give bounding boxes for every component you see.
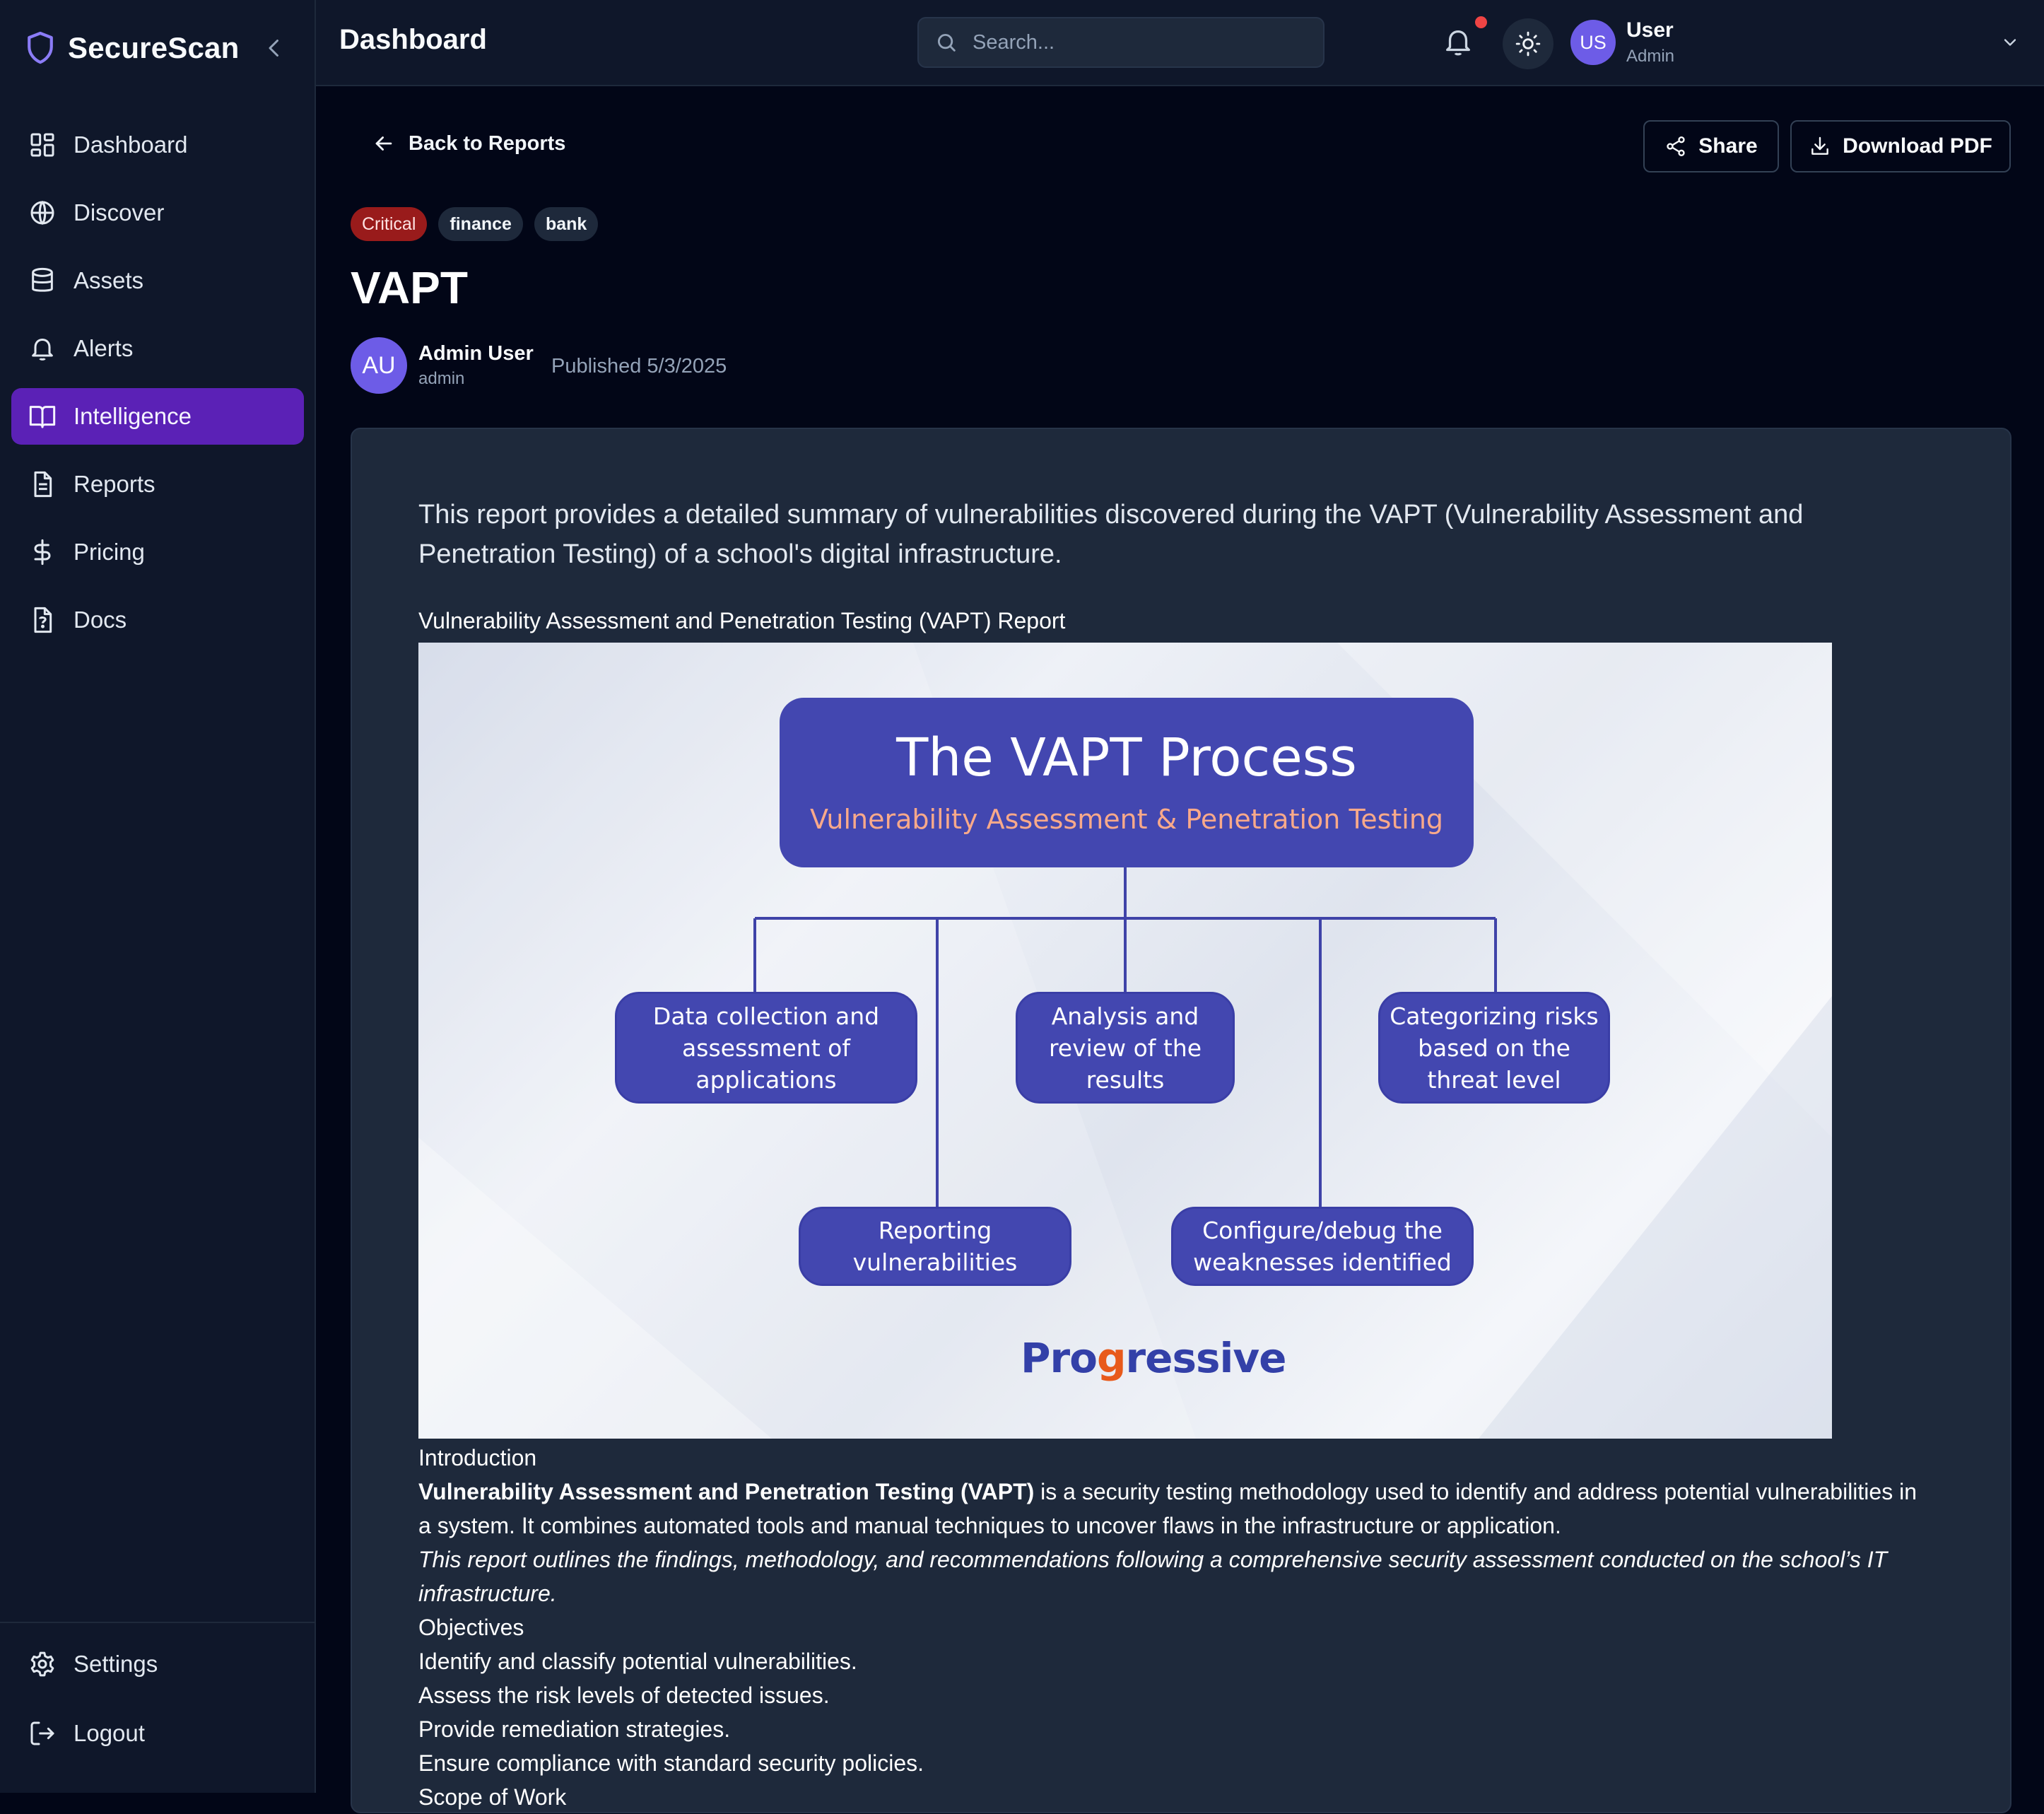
share-icon — [1667, 136, 1685, 156]
step-reporting: Reporting vulnerabilities — [799, 1207, 1071, 1286]
chevron-down-icon[interactable] — [2000, 33, 2020, 52]
author-avatar: AU — [351, 337, 407, 394]
severity-badge: Critical — [351, 207, 428, 241]
sidebar-item-label: Settings — [74, 1651, 158, 1677]
notification-bell-icon[interactable] — [1442, 25, 1474, 58]
brand-name: SecureScan — [68, 31, 240, 64]
dollar-icon — [34, 539, 51, 566]
sidebar-item-logout[interactable]: Logout — [11, 1705, 303, 1762]
intro-italic: This report outlines the findings, metho… — [418, 1547, 1888, 1606]
file-question-icon — [34, 607, 52, 633]
sidebar-item-label: Intelligence — [74, 403, 192, 429]
sidebar-item-label: Alerts — [74, 335, 134, 361]
objective-item: Identify and classify potential vulnerab… — [418, 1649, 857, 1674]
bell-icon — [32, 339, 53, 361]
step-analysis: Analysis and review of the results — [1016, 992, 1235, 1104]
sidebar-item-docs[interactable]: Docs — [11, 592, 304, 648]
book-open-icon — [29, 406, 56, 428]
chevron-left-icon[interactable] — [262, 34, 287, 62]
file-text-icon — [34, 471, 52, 498]
sidebar-item-label: Assets — [74, 267, 144, 293]
progressive-logo: Progressive — [1021, 1334, 1287, 1382]
globe-icon — [30, 200, 54, 226]
sidebar-item-label: Discover — [74, 199, 165, 226]
sidebar-item-assets[interactable]: Assets — [11, 252, 304, 309]
diagram-subtitle: Vulnerability Assessment & Penetration T… — [809, 804, 1444, 835]
diagram-title-box: The VAPT Process Vulnerability Assessmen… — [780, 698, 1474, 867]
user-role: Admin — [1626, 47, 1675, 66]
page-title: Dashboard — [339, 24, 487, 55]
step-data-collection: Data collection and assessment of applic… — [615, 992, 917, 1104]
top-bar: Dashboard US User Admin — [316, 0, 2044, 86]
published-date: Published 5/3/2025 — [551, 355, 727, 378]
share-label: Share — [1698, 134, 1758, 158]
logout-icon — [30, 1721, 54, 1745]
share-button[interactable]: Share — [1643, 120, 1779, 172]
sidebar-item-intelligence[interactable]: Intelligence — [11, 388, 304, 445]
sidebar-item-discover[interactable]: Discover — [11, 185, 304, 241]
download-pdf-button[interactable]: Download PDF — [1790, 120, 2011, 172]
vapt-process-diagram: The VAPT Process Vulnerability Assessmen… — [418, 643, 1832, 1439]
download-icon — [1811, 136, 1829, 155]
search-icon — [937, 33, 956, 52]
author-role: admin — [418, 369, 465, 388]
image-caption: Vulnerability Assessment and Penetration… — [418, 608, 1066, 633]
intro-bold-term: Vulnerability Assessment and Penetration… — [418, 1479, 1035, 1504]
author-name: Admin User — [418, 342, 534, 365]
database-icon — [32, 267, 53, 292]
sidebar: SecureScan Dashboard Discover Assets Ale… — [0, 0, 316, 1793]
download-label: Download PDF — [1843, 134, 1992, 158]
sidebar-item-label: Pricing — [74, 539, 145, 565]
step-configure-debug: Configure/debug the weaknesses identifie… — [1171, 1207, 1474, 1286]
objectives-heading: Objectives — [418, 1615, 524, 1640]
sidebar-item-reports[interactable]: Reports — [11, 456, 304, 513]
brand[interactable]: SecureScan — [25, 28, 239, 68]
arrow-left-icon — [375, 136, 392, 151]
search-box[interactable] — [917, 17, 1325, 68]
scope-heading: Scope of Work — [418, 1784, 567, 1810]
shield-logo-icon — [28, 31, 53, 64]
report-title: VAPT — [351, 262, 468, 313]
sidebar-item-alerts[interactable]: Alerts — [11, 320, 304, 377]
gear-icon — [30, 1651, 54, 1677]
dashboard-grid-icon — [30, 133, 54, 157]
back-to-reports-link[interactable]: Back to Reports — [372, 131, 565, 156]
intro-heading: Introduction — [418, 1445, 537, 1470]
report-summary: This report provides a detailed summary … — [418, 500, 1804, 569]
sidebar-item-settings[interactable]: Settings — [11, 1636, 303, 1692]
sidebar-item-label: Reports — [74, 471, 155, 497]
sidebar-bottom: Settings Logout — [0, 1622, 315, 1762]
sidebar-item-label: Docs — [74, 607, 127, 633]
tag-bank: bank — [534, 207, 599, 241]
sun-icon — [1515, 31, 1541, 57]
sidebar-item-dashboard[interactable]: Dashboard — [11, 117, 304, 173]
notification-dot — [1475, 16, 1487, 28]
sidebar-item-label: Logout — [74, 1720, 145, 1746]
objective-item: Ensure compliance with standard security… — [418, 1750, 924, 1776]
user-avatar[interactable]: US — [1570, 20, 1616, 65]
back-label: Back to Reports — [409, 131, 566, 155]
search-input[interactable] — [971, 30, 1310, 55]
report-body: Introduction Vulnerability Assessment an… — [418, 1441, 1924, 1814]
diagram-title: The VAPT Process — [896, 727, 1357, 788]
theme-toggle-button[interactable] — [1503, 18, 1553, 69]
intro-paragraph: Vulnerability Assessment and Penetration… — [418, 1475, 1924, 1543]
sidebar-item-label: Dashboard — [74, 131, 188, 158]
tag-list: Critical finance bank — [351, 207, 609, 241]
user-name[interactable]: User — [1626, 18, 1674, 42]
sidebar-nav: Dashboard Discover Assets Alerts Intelli… — [11, 117, 304, 660]
objective-item: Assess the risk levels of detected issue… — [418, 1683, 830, 1708]
tag-finance: finance — [438, 207, 523, 241]
sidebar-item-pricing[interactable]: Pricing — [11, 524, 304, 580]
step-categorizing-risks: Categorizing risks based on the threat l… — [1378, 992, 1610, 1104]
objective-item: Provide remediation strategies. — [418, 1716, 731, 1742]
